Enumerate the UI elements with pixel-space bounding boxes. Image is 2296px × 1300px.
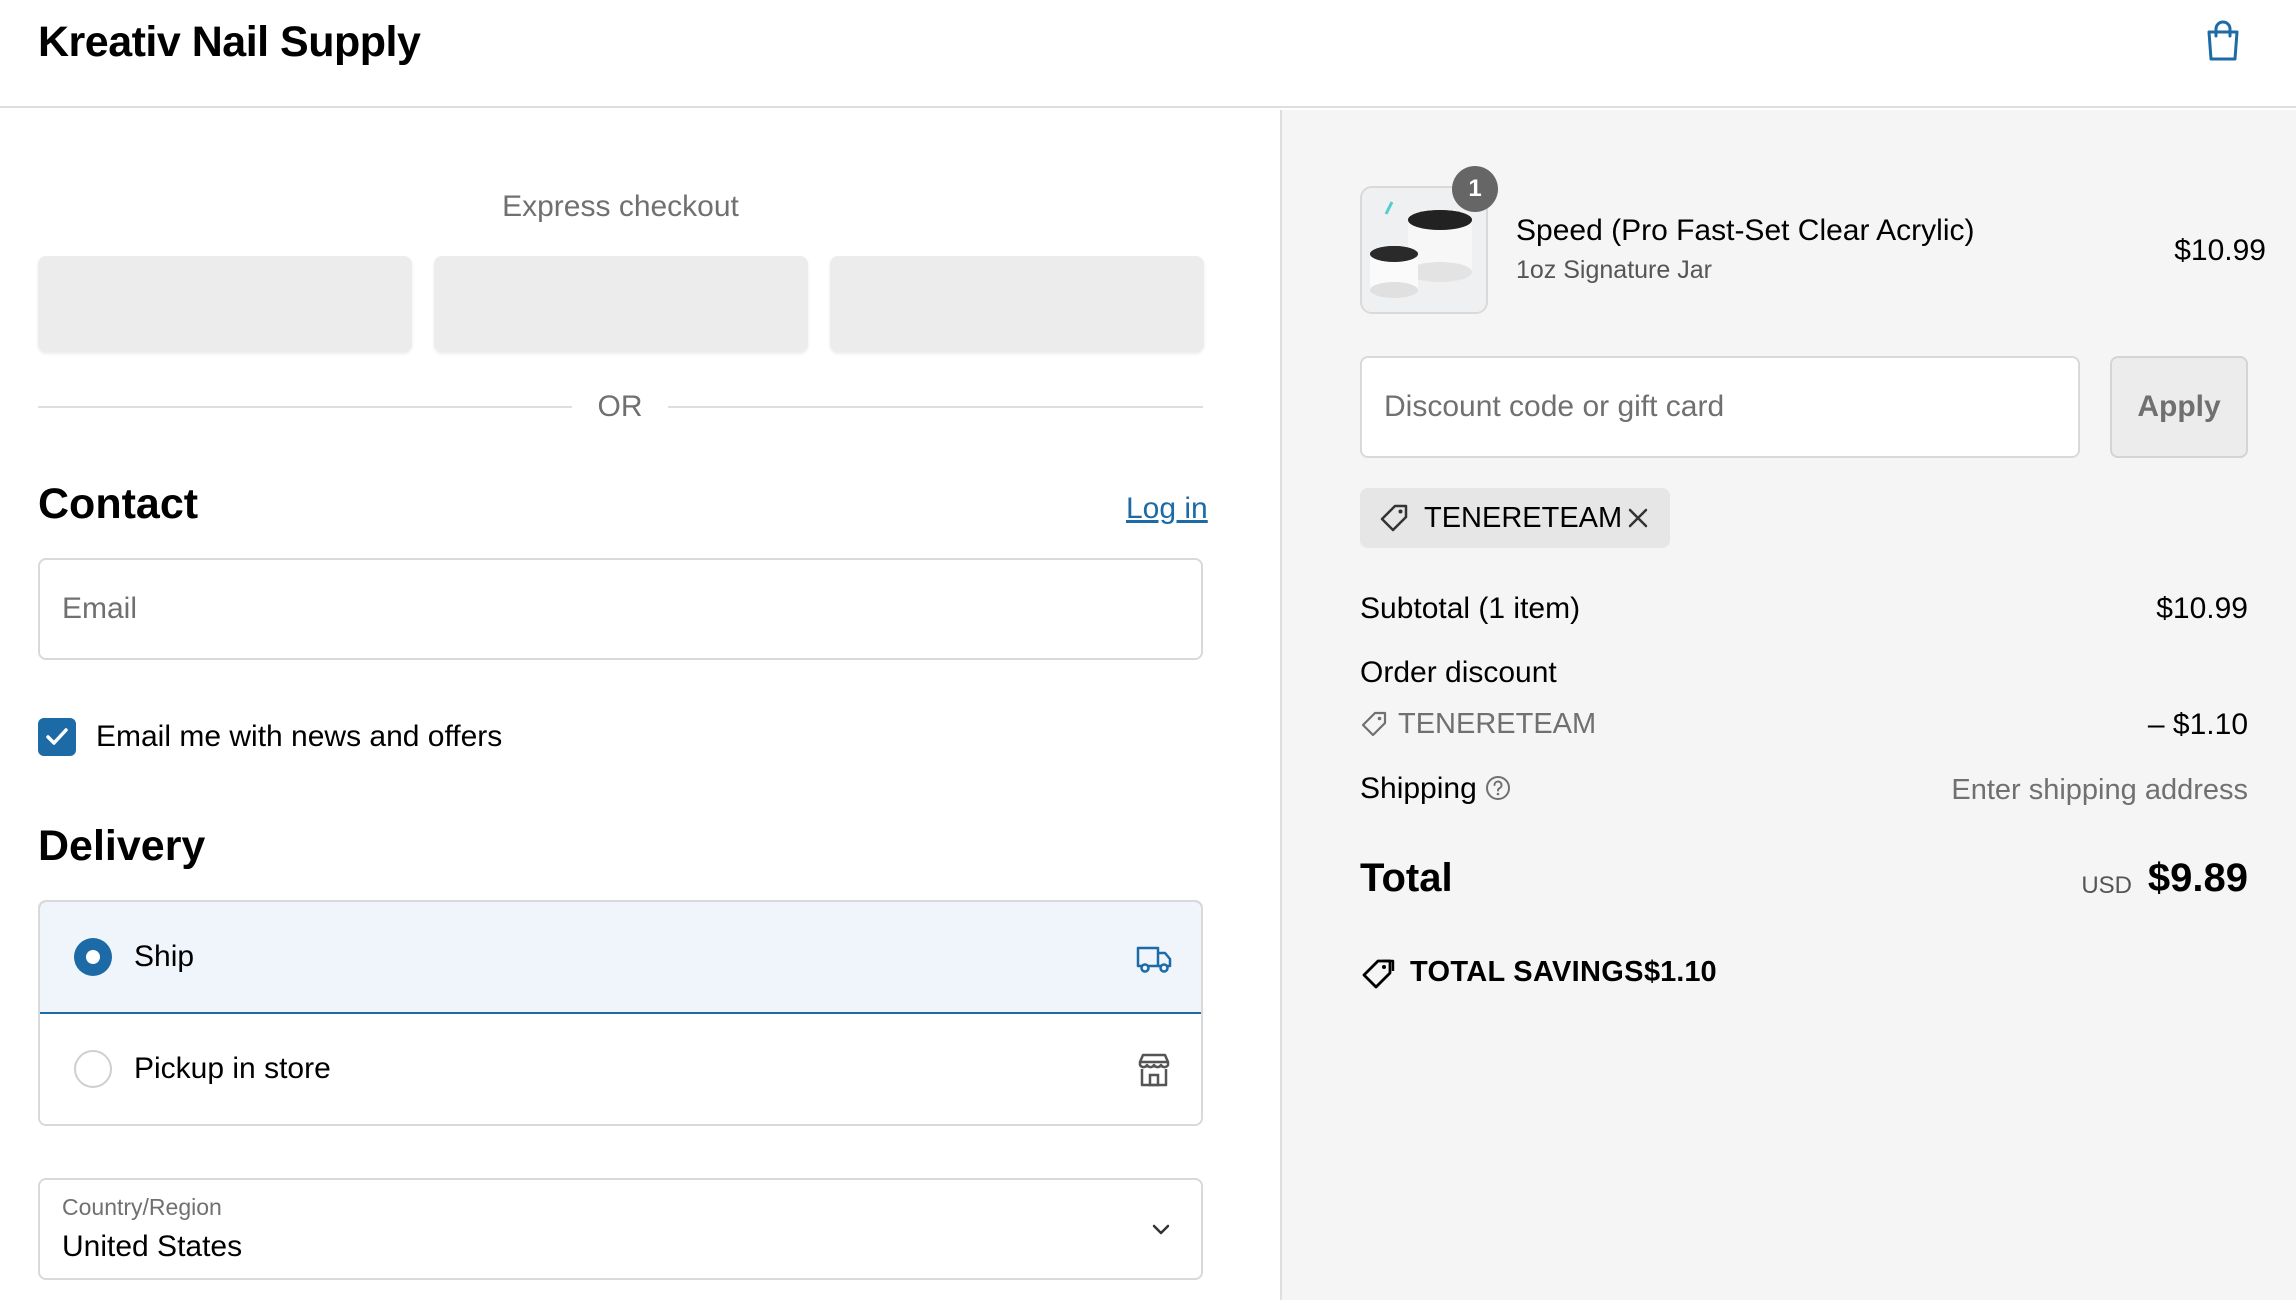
- delivery-method-group: Pickup in store Ship: [38, 900, 1203, 1126]
- divider: [38, 406, 572, 408]
- site-header: Kreativ Nail Supply: [0, 0, 2296, 108]
- savings-tag-icon: [1362, 959, 1395, 989]
- total-savings-value: $1.10: [1644, 956, 1717, 988]
- or-divider-label: OR: [597, 390, 643, 423]
- country-select[interactable]: Country/Region United States: [38, 1178, 1203, 1280]
- order-discount-value: – $1.10: [2147, 708, 2248, 741]
- product-price: $10.99: [2174, 234, 2266, 267]
- radio-button-selected[interactable]: [74, 938, 112, 976]
- order-discount-code: TENERETEAM: [1398, 708, 1597, 740]
- applied-discount-chip: TENERETEAM: [1360, 488, 1670, 548]
- express-checkout-title: Express checkout: [502, 190, 739, 223]
- total-savings-label: TOTAL SAVINGS: [1410, 956, 1644, 988]
- email-input[interactable]: [62, 560, 1172, 658]
- express-pay-button[interactable]: [830, 256, 1204, 352]
- checkmark-icon: [46, 728, 68, 745]
- delivery-option-label: Ship: [134, 940, 195, 973]
- country-select-label: Country/Region: [62, 1194, 222, 1220]
- truck-icon: [1136, 946, 1172, 973]
- newsletter-checkbox[interactable]: [38, 718, 76, 756]
- checkout-form: Express checkout OR Contact Log in Email…: [0, 110, 1280, 1300]
- total-value: $9.89: [2147, 856, 2248, 900]
- shipping-label: Shipping: [1360, 772, 1477, 805]
- express-pay-button[interactable]: [434, 256, 808, 352]
- discount-field[interactable]: [1360, 356, 2080, 458]
- shopping-bag-icon[interactable]: [2200, 18, 2246, 64]
- product-name: Speed (Pro Fast-Set Clear Acrylic): [1516, 214, 1975, 247]
- shipping-value: Enter shipping address: [1951, 774, 2248, 806]
- quantity-badge: 1: [1452, 166, 1498, 212]
- tag-icon: [1380, 504, 1408, 532]
- express-pay-button[interactable]: [38, 256, 412, 352]
- delivery-option-ship[interactable]: Ship: [40, 902, 1201, 1014]
- applied-discount-code: TENERETEAM: [1424, 502, 1623, 534]
- close-icon[interactable]: [1624, 504, 1652, 532]
- delivery-option-label: Pickup in store: [134, 1052, 331, 1085]
- discount-code-input[interactable]: [1384, 358, 2054, 456]
- store-logo[interactable]: Kreativ Nail Supply: [38, 18, 421, 67]
- apply-discount-button[interactable]: Apply: [2110, 356, 2248, 458]
- store-icon: [1138, 1053, 1170, 1087]
- subtotal-label: Subtotal (1 item): [1360, 592, 1581, 625]
- newsletter-label: Email me with news and offers: [96, 720, 503, 753]
- order-discount-label: Order discount: [1360, 656, 1557, 689]
- radio-button[interactable]: [74, 1050, 112, 1088]
- total-label: Total: [1360, 856, 1453, 900]
- delivery-heading: Delivery: [38, 822, 206, 870]
- product-variant: 1oz Signature Jar: [1516, 256, 1712, 284]
- chevron-down-icon: [1152, 1224, 1170, 1235]
- country-select-value: United States: [62, 1230, 243, 1263]
- delivery-option-pickup[interactable]: Pickup in store: [40, 1014, 1201, 1124]
- order-summary: 1 Speed (Pro Fast-Set Clear Acrylic) 1oz…: [1280, 110, 2296, 1300]
- contact-heading: Contact: [38, 480, 199, 528]
- login-link[interactable]: Log in: [1126, 492, 1208, 526]
- tag-icon: [1361, 711, 1387, 737]
- help-circle-icon[interactable]: [1484, 774, 1512, 802]
- divider: [668, 406, 1203, 408]
- currency-code: USD: [2081, 872, 2132, 899]
- email-field[interactable]: [38, 558, 1203, 660]
- subtotal-value: $10.99: [2156, 592, 2248, 625]
